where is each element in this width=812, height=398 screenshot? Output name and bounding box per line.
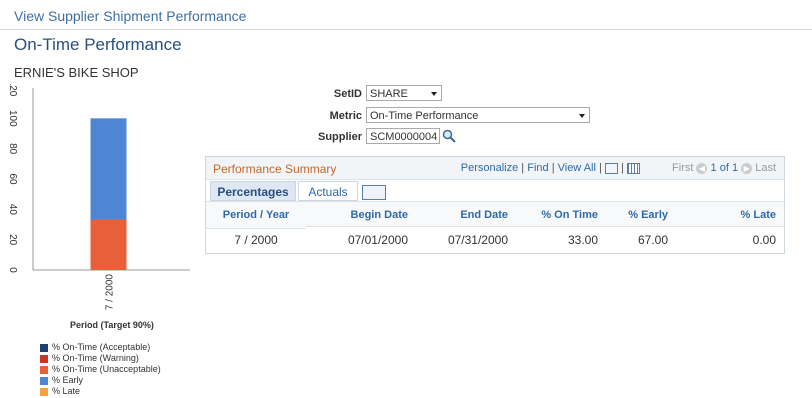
bar-segment[interactable] bbox=[90, 219, 127, 270]
show-all-columns-icon[interactable] bbox=[362, 185, 386, 200]
grid-title: Performance Summary bbox=[213, 162, 337, 176]
column-header-begin-date[interactable]: Begin Date bbox=[306, 201, 416, 227]
last-label: Last bbox=[755, 162, 776, 174]
chart-legend: % On-Time (Acceptable)% On-Time (Warning… bbox=[40, 342, 161, 397]
y-tick-label: 0 bbox=[7, 267, 18, 273]
column-header-early[interactable]: % Early bbox=[606, 201, 676, 227]
y-tick-label: 100 bbox=[7, 110, 18, 127]
breadcrumb[interactable]: View Supplier Shipment Performance bbox=[14, 8, 246, 24]
grid-navigation: Personalize | Find | View All | | First … bbox=[461, 162, 776, 174]
legend-item: % On-Time (Unacceptable) bbox=[40, 364, 161, 375]
supplier-label: Supplier bbox=[317, 131, 362, 143]
column-header-end-date[interactable]: End Date bbox=[416, 201, 516, 227]
legend-label: % On-Time (Acceptable) bbox=[52, 342, 151, 352]
legend-swatch bbox=[40, 343, 48, 352]
x-tick-label: 7 / 2000 bbox=[105, 274, 116, 311]
late-cell: 0.00 bbox=[752, 233, 776, 247]
early-cell: 67.00 bbox=[637, 233, 668, 247]
header-divider bbox=[0, 29, 812, 30]
column-header-late[interactable]: % Late bbox=[676, 201, 784, 227]
y-tick-label: 40 bbox=[7, 204, 18, 216]
on-time-cell: 33.00 bbox=[567, 233, 598, 247]
previous-arrow-icon[interactable]: ◀ bbox=[696, 162, 708, 174]
legend-swatch bbox=[40, 365, 48, 374]
tab-percentages[interactable]: Percentages bbox=[210, 181, 296, 201]
y-axis: 0 20 40 60 80 100 120 bbox=[7, 84, 18, 273]
first-label: First bbox=[672, 162, 694, 174]
legend-item: % On-Time (Warning) bbox=[40, 353, 161, 364]
legend-item: % Early bbox=[40, 375, 161, 386]
page-title: On-Time Performance bbox=[14, 35, 182, 54]
y-tick-label: 20 bbox=[7, 234, 18, 246]
setid-value: SHARE bbox=[370, 88, 408, 100]
next-arrow-icon[interactable]: ▶ bbox=[741, 162, 753, 174]
legend-item: % On-Time (Acceptable) bbox=[40, 342, 161, 353]
download-grid-icon[interactable] bbox=[626, 162, 640, 174]
metric-select[interactable]: On-Time Performance bbox=[366, 107, 590, 123]
column-header-period[interactable]: Period / Year bbox=[206, 201, 306, 229]
legend-label: % Early bbox=[52, 375, 84, 385]
company-name: ERNIE'S BIKE SHOP bbox=[14, 65, 139, 80]
legend-label: % On-Time (Unacceptable) bbox=[52, 364, 161, 374]
view-all-link[interactable]: View All bbox=[558, 162, 596, 174]
new-window-icon[interactable] bbox=[604, 162, 618, 174]
metric-value: On-Time Performance bbox=[370, 110, 479, 122]
x-axis-title: Period (Target 90%) bbox=[70, 320, 154, 330]
y-tick-label: 80 bbox=[7, 143, 18, 155]
lookup-icon[interactable] bbox=[442, 129, 456, 143]
legend-item: % Late bbox=[40, 386, 161, 397]
chevron-down-icon bbox=[579, 114, 585, 118]
y-tick-label: 60 bbox=[7, 173, 18, 185]
supplier-value: SCM0000004 bbox=[370, 131, 438, 143]
row-range: 1 of 1 bbox=[710, 162, 739, 174]
x-axis: 7 / 2000 bbox=[105, 274, 116, 311]
setid-select[interactable]: SHARE bbox=[366, 85, 442, 101]
setid-label: SetID bbox=[333, 88, 362, 100]
period-link[interactable]: 7 / 2000 bbox=[206, 229, 306, 251]
personalize-link[interactable]: Personalize bbox=[461, 162, 518, 174]
chevron-down-icon bbox=[431, 92, 437, 96]
end-date-cell: 07/31/2000 bbox=[447, 233, 508, 247]
begin-date-cell: 07/01/2000 bbox=[347, 233, 408, 247]
find-link[interactable]: Find bbox=[527, 162, 548, 174]
legend-swatch bbox=[40, 376, 48, 385]
legend-swatch bbox=[40, 387, 48, 396]
supplier-input[interactable]: SCM0000004 bbox=[366, 128, 440, 144]
legend-label: % On-Time (Warning) bbox=[52, 353, 139, 363]
performance-summary-grid: Performance Summary Personalize | Find |… bbox=[205, 156, 785, 254]
metric-label: Metric bbox=[329, 110, 362, 122]
bars bbox=[90, 118, 127, 270]
grid-header: Performance Summary Personalize | Find |… bbox=[206, 157, 784, 180]
legend-swatch bbox=[40, 354, 48, 363]
y-tick-label: 120 bbox=[7, 84, 18, 97]
legend-label: % Late bbox=[52, 386, 81, 396]
tab-actuals[interactable]: Actuals bbox=[298, 181, 358, 201]
column-header-on-time[interactable]: % On Time bbox=[516, 201, 606, 227]
bar-segment[interactable] bbox=[90, 118, 127, 220]
